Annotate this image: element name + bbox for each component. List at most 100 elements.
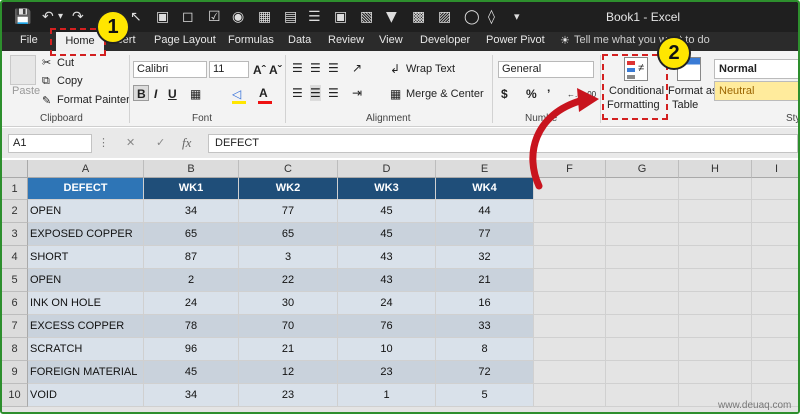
italic-button[interactable]: I bbox=[154, 86, 157, 102]
empty-cell[interactable] bbox=[606, 200, 679, 223]
empty-cell[interactable] bbox=[679, 178, 752, 200]
empty-cell[interactable] bbox=[534, 338, 606, 361]
table-cell[interactable]: 34 bbox=[144, 200, 239, 223]
empty-cell[interactable] bbox=[534, 223, 606, 246]
decrease-font-icon[interactable]: Aˇ bbox=[269, 62, 282, 78]
table-cell[interactable]: 77 bbox=[239, 200, 338, 223]
paste-icon[interactable] bbox=[10, 55, 36, 85]
list-icon[interactable]: ☰ bbox=[308, 8, 321, 26]
table-cell[interactable]: 2 bbox=[144, 269, 239, 292]
row-header-5[interactable]: 5 bbox=[2, 269, 28, 292]
row-header-3[interactable]: 3 bbox=[2, 223, 28, 246]
format-painter-icon[interactable]: ✎ bbox=[42, 94, 51, 107]
merge-icon[interactable]: ▦ bbox=[390, 86, 401, 102]
empty-cell[interactable] bbox=[606, 338, 679, 361]
table-cell[interactable]: 21 bbox=[239, 338, 338, 361]
font-name-select[interactable]: Calibri bbox=[133, 61, 207, 78]
row-header-9[interactable]: 9 bbox=[2, 361, 28, 384]
table-cell[interactable]: 45 bbox=[144, 361, 239, 384]
merge-center-button[interactable]: Merge & Center bbox=[406, 88, 484, 100]
empty-cell[interactable] bbox=[534, 200, 606, 223]
table-cell[interactable]: 1 bbox=[338, 384, 436, 407]
empty-cell[interactable] bbox=[606, 315, 679, 338]
insert-function-icon[interactable]: fx bbox=[182, 135, 191, 151]
table-cell[interactable]: 32 bbox=[436, 246, 534, 269]
style-normal[interactable]: Normal bbox=[714, 59, 798, 79]
borders-icon[interactable]: ▦ bbox=[190, 86, 201, 102]
empty-cell[interactable] bbox=[752, 269, 798, 292]
sort-icon[interactable]: ◊ bbox=[488, 8, 495, 26]
table-header-cell[interactable]: WK3 bbox=[338, 178, 436, 200]
select-cursor-icon[interactable]: ↖ bbox=[130, 8, 142, 26]
filter-icon[interactable]: ▼ bbox=[386, 8, 397, 26]
cancel-icon[interactable]: ✕ bbox=[126, 136, 135, 149]
style-neutral[interactable]: Neutral bbox=[714, 81, 798, 101]
form-icon[interactable]: ▣ bbox=[334, 8, 347, 26]
fill-color-icon[interactable]: ◁ bbox=[232, 86, 241, 102]
row-header-10[interactable]: 10 bbox=[2, 384, 28, 407]
empty-cell[interactable] bbox=[534, 269, 606, 292]
empty-cell[interactable] bbox=[679, 200, 752, 223]
table-cell[interactable]: FOREIGN MATERIAL bbox=[28, 361, 144, 384]
indent-icon[interactable]: ⇥ bbox=[352, 85, 362, 101]
undo-dropdown-icon[interactable]: ▾ bbox=[58, 8, 63, 26]
column-header-i[interactable]: I bbox=[752, 160, 798, 178]
empty-cell[interactable] bbox=[752, 361, 798, 384]
row-header-8[interactable]: 8 bbox=[2, 338, 28, 361]
row-header-6[interactable]: 6 bbox=[2, 292, 28, 315]
table-cell[interactable]: 96 bbox=[144, 338, 239, 361]
table-cell[interactable]: 72 bbox=[436, 361, 534, 384]
row-header-1[interactable]: 1 bbox=[2, 178, 28, 200]
table-cell[interactable]: 43 bbox=[338, 246, 436, 269]
table-cell[interactable]: 77 bbox=[436, 223, 534, 246]
copy-button[interactable]: Copy bbox=[57, 75, 83, 87]
empty-cell[interactable] bbox=[752, 178, 798, 200]
more-commands-icon[interactable]: ▾ bbox=[514, 8, 520, 26]
empty-cell[interactable] bbox=[534, 246, 606, 269]
select-all-corner[interactable] bbox=[2, 160, 28, 178]
table-cell[interactable]: 3 bbox=[239, 246, 338, 269]
table-cell[interactable]: 33 bbox=[436, 315, 534, 338]
row-header-7[interactable]: 7 bbox=[2, 315, 28, 338]
table-cell[interactable]: 87 bbox=[144, 246, 239, 269]
number-format-select[interactable]: General bbox=[498, 61, 594, 78]
empty-cell[interactable] bbox=[679, 246, 752, 269]
table-cell[interactable]: 24 bbox=[338, 292, 436, 315]
table-cell[interactable]: 22 bbox=[239, 269, 338, 292]
tab-formulas[interactable]: Formulas bbox=[228, 34, 274, 46]
table-header-cell[interactable]: WK1 bbox=[144, 178, 239, 200]
table-cell[interactable]: 10 bbox=[338, 338, 436, 361]
table-cell[interactable]: SHORT bbox=[28, 246, 144, 269]
table-cell[interactable]: 43 bbox=[338, 269, 436, 292]
align-top-icon[interactable]: ☰ bbox=[292, 60, 303, 76]
tab-data[interactable]: Data bbox=[288, 34, 311, 46]
table-cell[interactable]: 65 bbox=[144, 223, 239, 246]
table-cell[interactable]: SCRATCH bbox=[28, 338, 144, 361]
empty-cell[interactable] bbox=[606, 223, 679, 246]
tab-power-pivot[interactable]: Power Pivot bbox=[486, 34, 545, 46]
clear-icon[interactable]: ▧ bbox=[360, 8, 373, 26]
table-cell[interactable]: 5 bbox=[436, 384, 534, 407]
name-box[interactable]: A1 bbox=[8, 134, 92, 153]
table-cell[interactable]: OPEN bbox=[28, 200, 144, 223]
empty-cell[interactable] bbox=[752, 246, 798, 269]
empty-cell[interactable] bbox=[752, 223, 798, 246]
table-cell[interactable]: 30 bbox=[239, 292, 338, 315]
table-cell[interactable]: 34 bbox=[144, 384, 239, 407]
font-size-select[interactable]: 11 bbox=[209, 61, 249, 78]
copy-icon[interactable]: ⧉ bbox=[42, 75, 50, 88]
align-right-icon[interactable]: ☰ bbox=[328, 85, 339, 101]
align-middle-icon[interactable]: ☰ bbox=[310, 60, 321, 76]
bold-button[interactable]: B bbox=[133, 85, 149, 101]
table-cell[interactable]: 16 bbox=[436, 292, 534, 315]
empty-cell[interactable] bbox=[534, 384, 606, 407]
table-cell[interactable]: 78 bbox=[144, 315, 239, 338]
table-cell[interactable]: 76 bbox=[338, 315, 436, 338]
table-cell[interactable]: 45 bbox=[338, 200, 436, 223]
font-color-icon[interactable]: A bbox=[259, 85, 268, 101]
empty-cell[interactable] bbox=[679, 315, 752, 338]
empty-cell[interactable] bbox=[534, 361, 606, 384]
enter-icon[interactable]: ✓ bbox=[156, 136, 165, 149]
empty-cell[interactable] bbox=[606, 292, 679, 315]
tab-view[interactable]: View bbox=[379, 34, 403, 46]
